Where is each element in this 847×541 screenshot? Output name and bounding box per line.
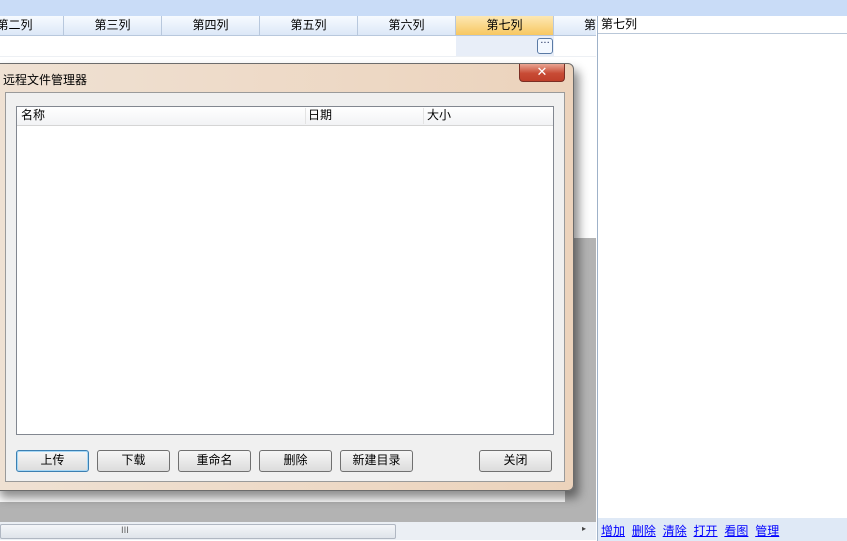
column-header-7[interactable]: 第七列 [456, 16, 554, 36]
dialog-title: 远程文件管理器 [3, 73, 88, 87]
remote-file-manager-dialog: 远程文件管理器 ✕ 名称 日期 大小 上传 下载 重命名 删除 新建目录 关闭 [0, 63, 574, 491]
add-link[interactable]: 增加 [601, 524, 625, 538]
column-header-6[interactable]: 第六列 [358, 16, 456, 36]
scroll-right-arrow-icon[interactable]: ▸ [582, 524, 586, 533]
manage-link[interactable]: 管理 [755, 524, 779, 538]
file-list-header: 名称 日期 大小 [17, 107, 553, 126]
scrollbar-grip-icon: III [121, 526, 129, 536]
column-divider[interactable] [423, 108, 424, 124]
column-header-2[interactable]: 第二列 [0, 16, 64, 36]
close-button[interactable]: 关闭 [479, 450, 552, 472]
top-band [0, 0, 847, 16]
grid-empty-area-bottom [0, 502, 596, 522]
column-date[interactable]: 日期 [308, 107, 332, 125]
view-image-link[interactable]: 看图 [724, 524, 748, 538]
column-header-4[interactable]: 第四列 [162, 16, 260, 36]
column-divider[interactable] [305, 108, 306, 124]
delete-button[interactable]: 删除 [259, 450, 332, 472]
cell-ellipsis-button[interactable]: ··· [537, 38, 553, 54]
column-header-5[interactable]: 第五列 [260, 16, 358, 36]
horizontal-scrollbar[interactable]: III ▸ [0, 522, 596, 540]
delete-link[interactable]: 删除 [632, 524, 656, 538]
panel-title: 第七列 [598, 16, 847, 34]
dialog-body: 名称 日期 大小 上传 下载 重命名 删除 新建目录 关闭 [5, 92, 565, 482]
clear-link[interactable]: 清除 [663, 524, 687, 538]
column-header-3[interactable]: 第三列 [64, 16, 162, 36]
detail-panel: 第七列 增加 删除 清除 打开 看图 管理 [597, 16, 847, 541]
file-list[interactable]: 名称 日期 大小 [16, 106, 554, 435]
download-button[interactable]: 下载 [97, 450, 170, 472]
column-size[interactable]: 大小 [427, 107, 451, 125]
column-name[interactable]: 名称 [21, 107, 45, 125]
panel-footer: 增加 删除 清除 打开 看图 管理 [598, 518, 847, 541]
rename-button[interactable]: 重命名 [178, 450, 251, 472]
column-header-8[interactable]: 第 [554, 16, 596, 36]
new-folder-button[interactable]: 新建目录 [340, 450, 413, 472]
open-link[interactable]: 打开 [694, 524, 718, 538]
close-icon[interactable]: ✕ [519, 64, 565, 82]
panel-content[interactable] [598, 34, 847, 516]
scrollbar-thumb[interactable]: III [0, 524, 396, 539]
upload-button[interactable]: 上传 [16, 450, 89, 472]
